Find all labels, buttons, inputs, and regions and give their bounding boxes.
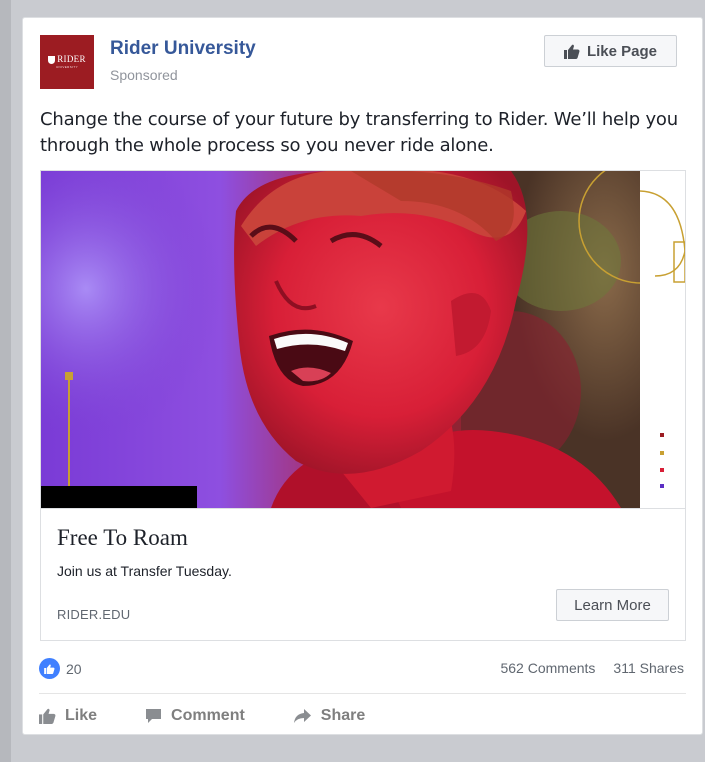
photo-illustration	[41, 171, 640, 508]
share-action-label: Share	[320, 707, 366, 724]
shield-icon	[48, 55, 56, 64]
reaction-count-label: 20	[66, 660, 82, 677]
share-action-button[interactable]: Share	[293, 702, 365, 730]
thumbs-up-icon	[563, 44, 580, 59]
comment-icon	[146, 709, 162, 723]
logo-mark: RIDER	[48, 55, 86, 64]
ad-description: Join us at Transfer Tuesday.	[57, 563, 232, 579]
ad-headline[interactable]: Free To Roam	[57, 525, 188, 551]
like-action-label: Like	[65, 707, 98, 724]
comment-action-button[interactable]: Comment	[145, 702, 245, 730]
sponsored-post-card: RIDER UNIVERSITY Rider University Sponso…	[22, 17, 703, 735]
share-arrow-icon	[293, 709, 311, 723]
laughing-student-photo	[41, 171, 640, 508]
logo-subtitle: UNIVERSITY	[55, 65, 78, 69]
reaction-count[interactable]: 20	[39, 658, 82, 679]
logo-word: RIDER	[57, 54, 86, 64]
like-page-button[interactable]: Like Page	[544, 35, 677, 67]
post-body-text: Change the course of your future by tran…	[40, 109, 678, 156]
post-header: RIDER UNIVERSITY Rider University Sponso…	[40, 35, 686, 89]
comment-action-label: Comment	[171, 707, 245, 724]
comments-shares-counts: 562 Comments 311 Shares	[500, 660, 684, 676]
page-name-link[interactable]: Rider University	[110, 38, 256, 60]
post-actions-bar: Like Comment Share	[39, 702, 365, 730]
learn-more-button[interactable]: Learn More	[556, 589, 669, 621]
sponsored-label[interactable]: Sponsored	[110, 67, 178, 83]
page-left-edge	[0, 0, 11, 762]
engagement-stats: 20 562 Comments 311 Shares	[39, 656, 686, 680]
page-avatar-logo[interactable]: RIDER UNIVERSITY	[40, 35, 94, 89]
image-black-bar	[41, 486, 197, 508]
comments-count[interactable]: 562 Comments	[500, 660, 595, 676]
actions-divider	[39, 693, 686, 694]
ad-link-area[interactable]: Free To Roam Join us at Transfer Tuesday…	[41, 508, 685, 640]
like-action-button[interactable]: Like	[39, 702, 97, 730]
decorative-accents	[637, 190, 685, 488]
thumbs-up-icon	[39, 708, 56, 724]
ad-image-side-panel	[637, 171, 685, 508]
shares-count[interactable]: 311 Shares	[613, 660, 684, 676]
ad-domain: RIDER.EDU	[57, 607, 131, 622]
like-page-label: Like Page	[586, 42, 658, 60]
like-reaction-icon	[39, 658, 60, 679]
ad-image[interactable]	[41, 171, 685, 508]
ad-attachment[interactable]: Free To Roam Join us at Transfer Tuesday…	[40, 170, 686, 641]
